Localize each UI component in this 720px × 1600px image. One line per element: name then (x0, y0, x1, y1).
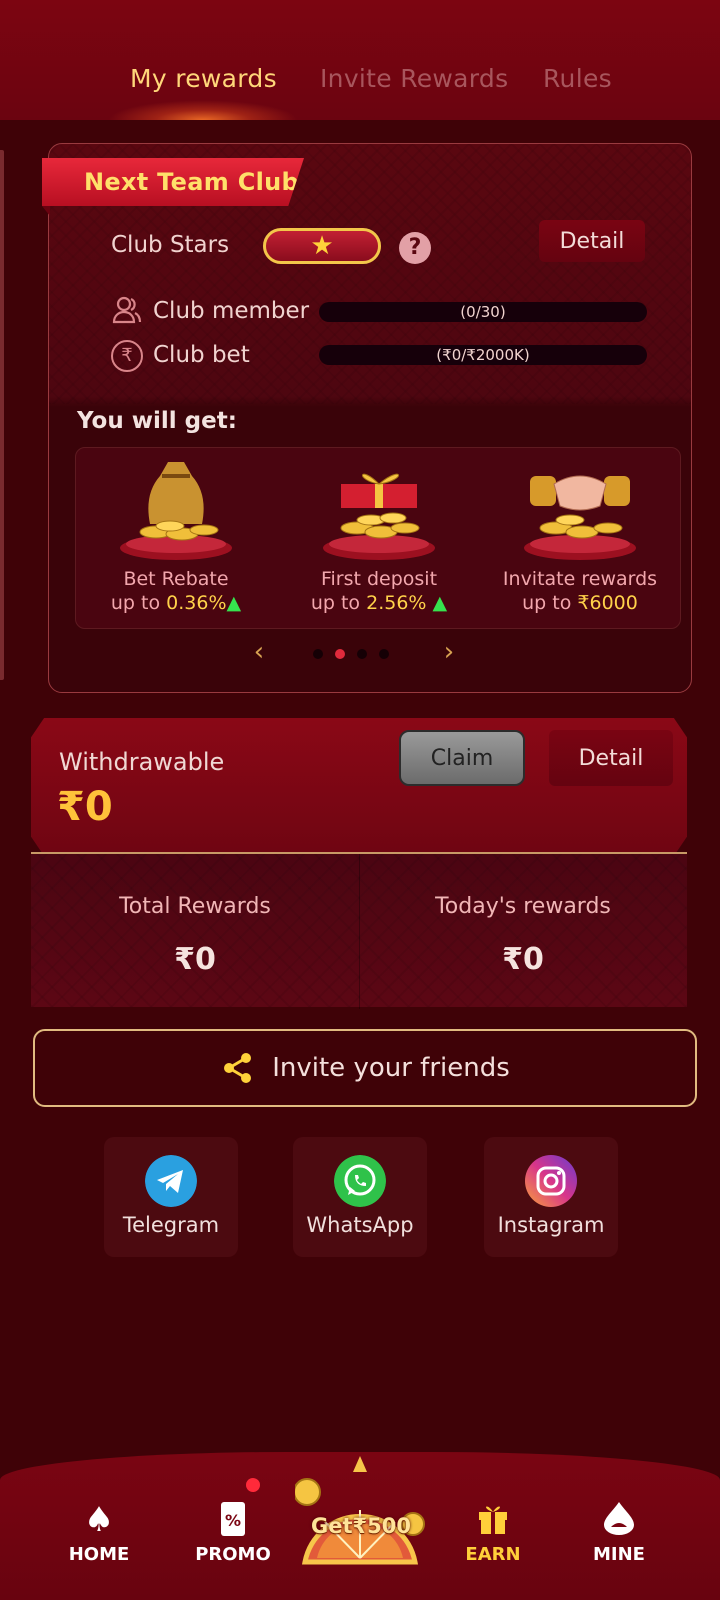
handshake-coins-icon (524, 475, 636, 560)
benefit-value: ₹6000 (577, 592, 638, 614)
benefit-title: Invitate rewards (502, 568, 658, 590)
nav-home[interactable]: ♠ HOME (44, 1500, 154, 1565)
user-drop-icon (564, 1500, 674, 1540)
money-bag-coins-icon (120, 462, 232, 560)
lucky-wheel-label: Get₹500 (311, 1514, 411, 1538)
club-bet-progress: (₹0/₹2000K) (319, 345, 647, 365)
share-label: WhatsApp (306, 1213, 414, 1237)
club-stars-label: Club Stars (111, 232, 230, 258)
share-telegram-button[interactable]: Telegram (104, 1137, 238, 1257)
telegram-icon (145, 1155, 197, 1207)
club-bet-label: Club bet (153, 342, 250, 368)
rewards-summary-panel: Total Rewards ₹0 Today's rewards ₹0 (31, 852, 687, 1009)
carousel-next-icon[interactable]: › (435, 638, 463, 666)
previous-card-edge (0, 150, 4, 680)
notification-dot (246, 1478, 260, 1492)
you-will-get-title: You will get: (77, 408, 237, 434)
carousel-dot[interactable] (357, 649, 367, 659)
benefit-value-line: up to 0.36%▲ (76, 592, 276, 614)
nav-earn[interactable]: EARN (438, 1500, 548, 1565)
whatsapp-icon (334, 1155, 386, 1207)
benefit-value-line: up to ₹6000 (480, 592, 680, 614)
club-stars-badge: ★ (263, 228, 381, 264)
nav-label: HOME (68, 1544, 130, 1565)
active-tab-glow (108, 100, 298, 120)
benefit-bet-rebate: Bet Rebate up to 0.36%▲ (76, 448, 276, 630)
share-instagram-button[interactable]: Instagram (484, 1137, 618, 1257)
share-icon (224, 1053, 252, 1083)
carousel-dot-active[interactable] (335, 649, 345, 659)
next-team-club-card: Next Team Club Club Stars ★ ? Detail Clu… (42, 143, 692, 693)
gift-box-coins-icon (323, 473, 435, 560)
tab-my-rewards[interactable]: My rewards (130, 64, 277, 93)
carousel-dot[interactable] (313, 649, 323, 659)
benefit-value-line: up to 2.56% ▲ (279, 592, 479, 614)
withdraw-detail-button[interactable]: Detail (549, 730, 673, 786)
promo-ticket-icon: % (178, 1500, 288, 1540)
share-whatsapp-button[interactable]: WhatsApp (293, 1137, 427, 1257)
carousel-prev-icon[interactable]: ‹ (245, 638, 273, 666)
user-group-icon (111, 294, 143, 326)
share-label: Instagram (497, 1213, 605, 1237)
club-detail-button[interactable]: Detail (539, 220, 645, 262)
withdrawable-label: Withdrawable (59, 748, 225, 776)
nav-promo[interactable]: % PROMO (178, 1500, 288, 1565)
nav-label: MINE (593, 1544, 645, 1565)
up-arrow-icon: ▲ (226, 592, 242, 614)
invite-friends-label: Invite your friends (272, 1053, 510, 1083)
spade-icon: ♠ (83, 1500, 115, 1540)
svg-text:%: % (225, 1511, 241, 1530)
nav-label: EARN (465, 1544, 521, 1565)
club-member-label: Club member (153, 298, 310, 324)
todays-rewards-label: Today's rewards (435, 894, 611, 919)
benefit-value: 2.56% (366, 592, 427, 614)
up-arrow-icon: ▲ (432, 592, 448, 614)
rupee-circle-icon: ₹ (111, 340, 143, 372)
tab-rules[interactable]: Rules (543, 64, 612, 93)
benefits-carousel[interactable]: Bet Rebate up to 0.36%▲ First deposit up… (75, 447, 681, 629)
share-label: Telegram (122, 1213, 220, 1237)
gift-icon (438, 1500, 548, 1540)
nav-mine[interactable]: MINE (564, 1500, 674, 1565)
benefit-title: First deposit (320, 568, 438, 590)
instagram-icon (525, 1155, 577, 1207)
benefit-prefix: up to (522, 592, 578, 614)
divider (359, 854, 360, 1009)
club-member-progress: (0/30) (319, 302, 647, 322)
invite-friends-button[interactable]: Invite your friends (33, 1029, 697, 1107)
help-icon[interactable]: ? (399, 232, 431, 264)
nav-label: PROMO (195, 1544, 271, 1565)
carousel-dot[interactable] (379, 649, 389, 659)
benefit-prefix: up to (310, 592, 367, 614)
todays-rewards-value: ₹0 (502, 942, 544, 977)
star-icon: ★ (310, 231, 334, 261)
total-rewards-value: ₹0 (174, 942, 216, 977)
carousel-dots (313, 649, 389, 659)
club-ribbon: Next Team Club (42, 158, 304, 206)
benefit-value: 0.36% (166, 592, 227, 614)
total-rewards-label: Total Rewards (119, 894, 271, 919)
benefit-invite-rewards: Invitate rewards up to ₹6000 (480, 448, 680, 630)
tab-invite-rewards[interactable]: Invite Rewards (320, 64, 508, 93)
lucky-wheel-icon[interactable] (295, 1452, 425, 1570)
benefit-prefix: up to (110, 592, 167, 614)
withdrawable-value: ₹0 (57, 784, 113, 830)
benefit-title: Bet Rebate (123, 568, 229, 590)
ribbon-fold (42, 206, 50, 216)
claim-button[interactable]: Claim (399, 730, 525, 786)
benefit-first-deposit: First deposit up to 2.56% ▲ (279, 448, 479, 630)
withdrawable-panel: Withdrawable ₹0 Claim Detail (31, 718, 687, 856)
club-ribbon-title: Next Team Club (84, 168, 299, 196)
